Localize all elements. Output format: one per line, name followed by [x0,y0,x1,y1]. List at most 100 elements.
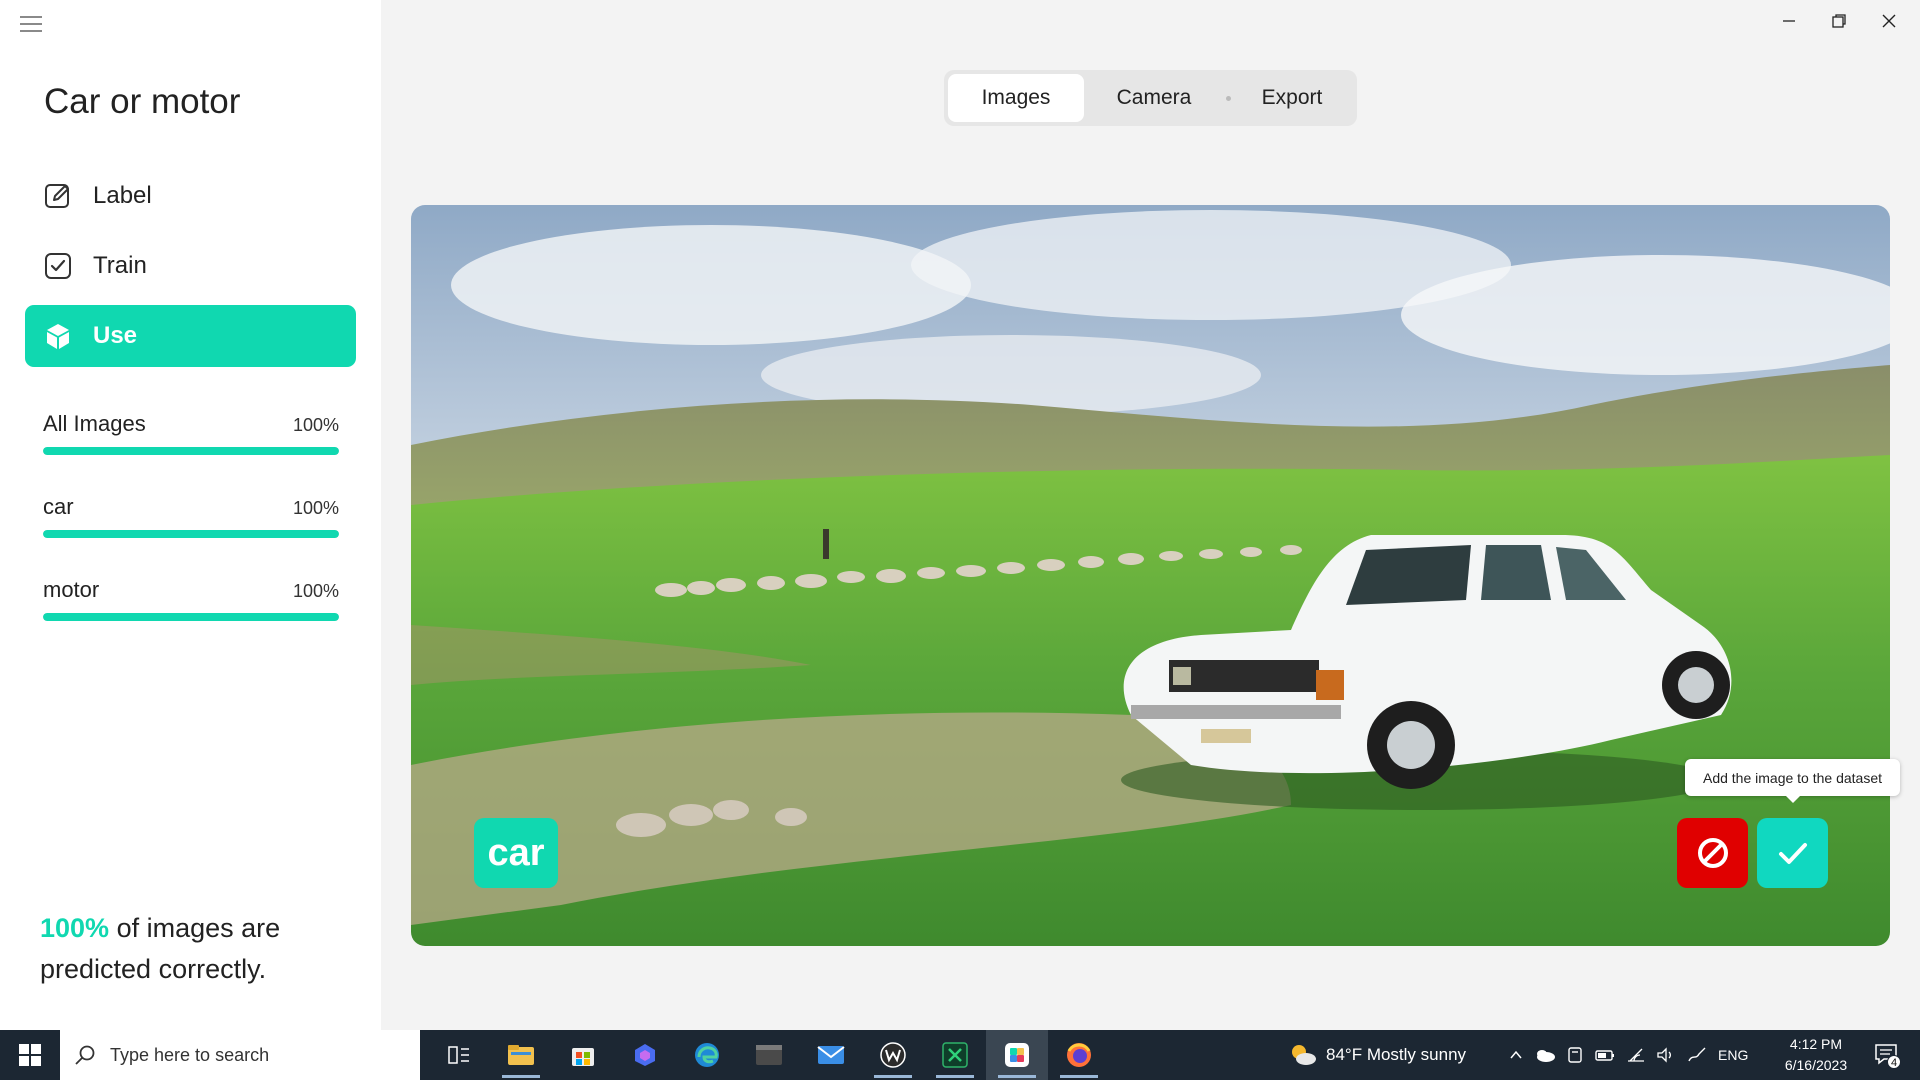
active-indicator [1060,1075,1098,1078]
device-icon[interactable] [1566,1046,1584,1064]
nav-item-train[interactable]: Train [25,235,356,297]
clock[interactable]: 4:12 PM 6/16/2023 [1766,1034,1866,1076]
stat-progress-bar [43,613,339,621]
nav-label: Label [93,182,152,209]
restore-button[interactable] [1816,6,1862,36]
tab-camera[interactable]: Camera [1084,74,1224,122]
file-explorer-button[interactable] [490,1030,552,1080]
volume-icon[interactable] [1656,1047,1676,1063]
block-icon [1697,838,1728,868]
terminal-icon [756,1045,782,1065]
summary-text-line2: predicted correctly. [40,954,267,984]
cube-icon [43,321,73,351]
onedrive-icon[interactable] [1534,1047,1556,1063]
minimize-button[interactable] [1766,6,1812,36]
task-view-button[interactable] [428,1030,490,1080]
w-app-button[interactable] [862,1030,924,1080]
tab-export[interactable]: Export [1233,74,1351,122]
summary-percent: 100% [40,913,110,943]
clock-time: 4:12 PM [1789,1036,1843,1052]
minimize-icon [1783,20,1795,22]
mail-button[interactable] [800,1030,862,1080]
check-icon [1778,843,1807,864]
restore-icon [1832,14,1846,28]
teachable-app-icon [1005,1043,1029,1067]
stat-progress-fill [43,447,339,455]
close-button[interactable] [1866,6,1912,36]
app-button[interactable] [614,1030,676,1080]
weather-widget[interactable]: 84°F Mostly sunny [1288,1030,1466,1080]
notifications-button[interactable]: 4 [1862,1030,1912,1080]
firefox-button[interactable] [1048,1030,1110,1080]
stat-percent: 100% [292,415,339,435]
file-explorer-icon [508,1045,534,1065]
stat-progress-fill [43,613,339,621]
taskbar: Type here to search 84°F Mostly sunny EN… [0,1030,1920,1080]
store-button[interactable] [552,1030,614,1080]
terminal-button[interactable] [738,1030,800,1080]
start-button[interactable] [0,1030,60,1080]
chevron-up-icon[interactable] [1508,1047,1524,1063]
stat-car: car 100% [43,494,339,538]
accuracy-summary: 100% of images are predicted correctly. [40,908,340,990]
tab-images[interactable]: Images [948,74,1084,122]
hamburger-menu-icon[interactable] [20,16,42,34]
stat-percent: 100% [292,498,339,518]
weather-text: 84°F Mostly sunny [1326,1045,1467,1064]
active-indicator [998,1075,1036,1078]
firefox-icon [1067,1043,1091,1067]
teachable-app-button[interactable] [986,1030,1048,1080]
notification-count: 4 [1890,1057,1898,1069]
search-icon [75,1045,95,1065]
tab-separator-dot [1226,95,1231,101]
task-view-icon [448,1046,469,1064]
search-placeholder: Type here to search [110,1044,270,1065]
summary-text-line1: of images are [109,913,281,943]
active-indicator [874,1075,912,1078]
stat-name: motor [43,577,100,602]
stat-progress-fill [43,530,339,538]
partly-sunny-icon [1292,1045,1316,1065]
stat-name: car [43,494,74,519]
stat-all-images: All Images 100% [43,411,339,455]
edge-button[interactable] [676,1030,738,1080]
checkbox-icon [43,251,73,281]
edge-icon [695,1043,719,1067]
edit-icon [43,181,73,211]
active-indicator [936,1075,974,1078]
active-indicator [502,1075,540,1078]
stat-motor: motor 100% [43,577,339,621]
sidebar: Car or motor Label Train Use All Images … [0,0,381,1030]
prediction-badge: car [474,818,558,888]
nav-label: Use [93,322,138,349]
view-tabs: Images Camera Export [944,70,1357,126]
nav-item-use[interactable]: Use [25,305,356,367]
mail-icon [817,1046,845,1064]
reject-button[interactable] [1677,818,1748,888]
accept-button[interactable] [1757,818,1828,888]
clock-date: 6/16/2023 [1784,1057,1848,1073]
nav-item-label[interactable]: Label [25,165,356,227]
excel-button[interactable] [924,1030,986,1080]
preview-image [411,205,1890,946]
wifi-icon[interactable] [1626,1047,1646,1063]
store-icon [572,1048,594,1066]
taskbar-apps [428,1030,1110,1080]
windows-icon [19,1044,41,1066]
stat-name: All Images [43,411,146,436]
w-app-icon [880,1042,906,1068]
close-icon [1882,14,1896,28]
stat-percent: 100% [292,581,339,601]
system-tray: ENG [1508,1030,1748,1080]
language-indicator[interactable]: ENG [1718,1047,1748,1063]
app-title: Car or motor [44,82,241,121]
taskbar-search[interactable]: Type here to search [60,1030,420,1080]
stat-progress-bar [43,530,339,538]
stat-progress-bar [43,447,339,455]
excel-icon [942,1042,968,1068]
app-icon [635,1044,655,1066]
pen-icon[interactable] [1686,1046,1708,1064]
nav-label: Train [93,252,147,279]
battery-icon[interactable] [1594,1047,1616,1063]
add-to-dataset-tooltip: Add the image to the dataset [1685,759,1900,803]
